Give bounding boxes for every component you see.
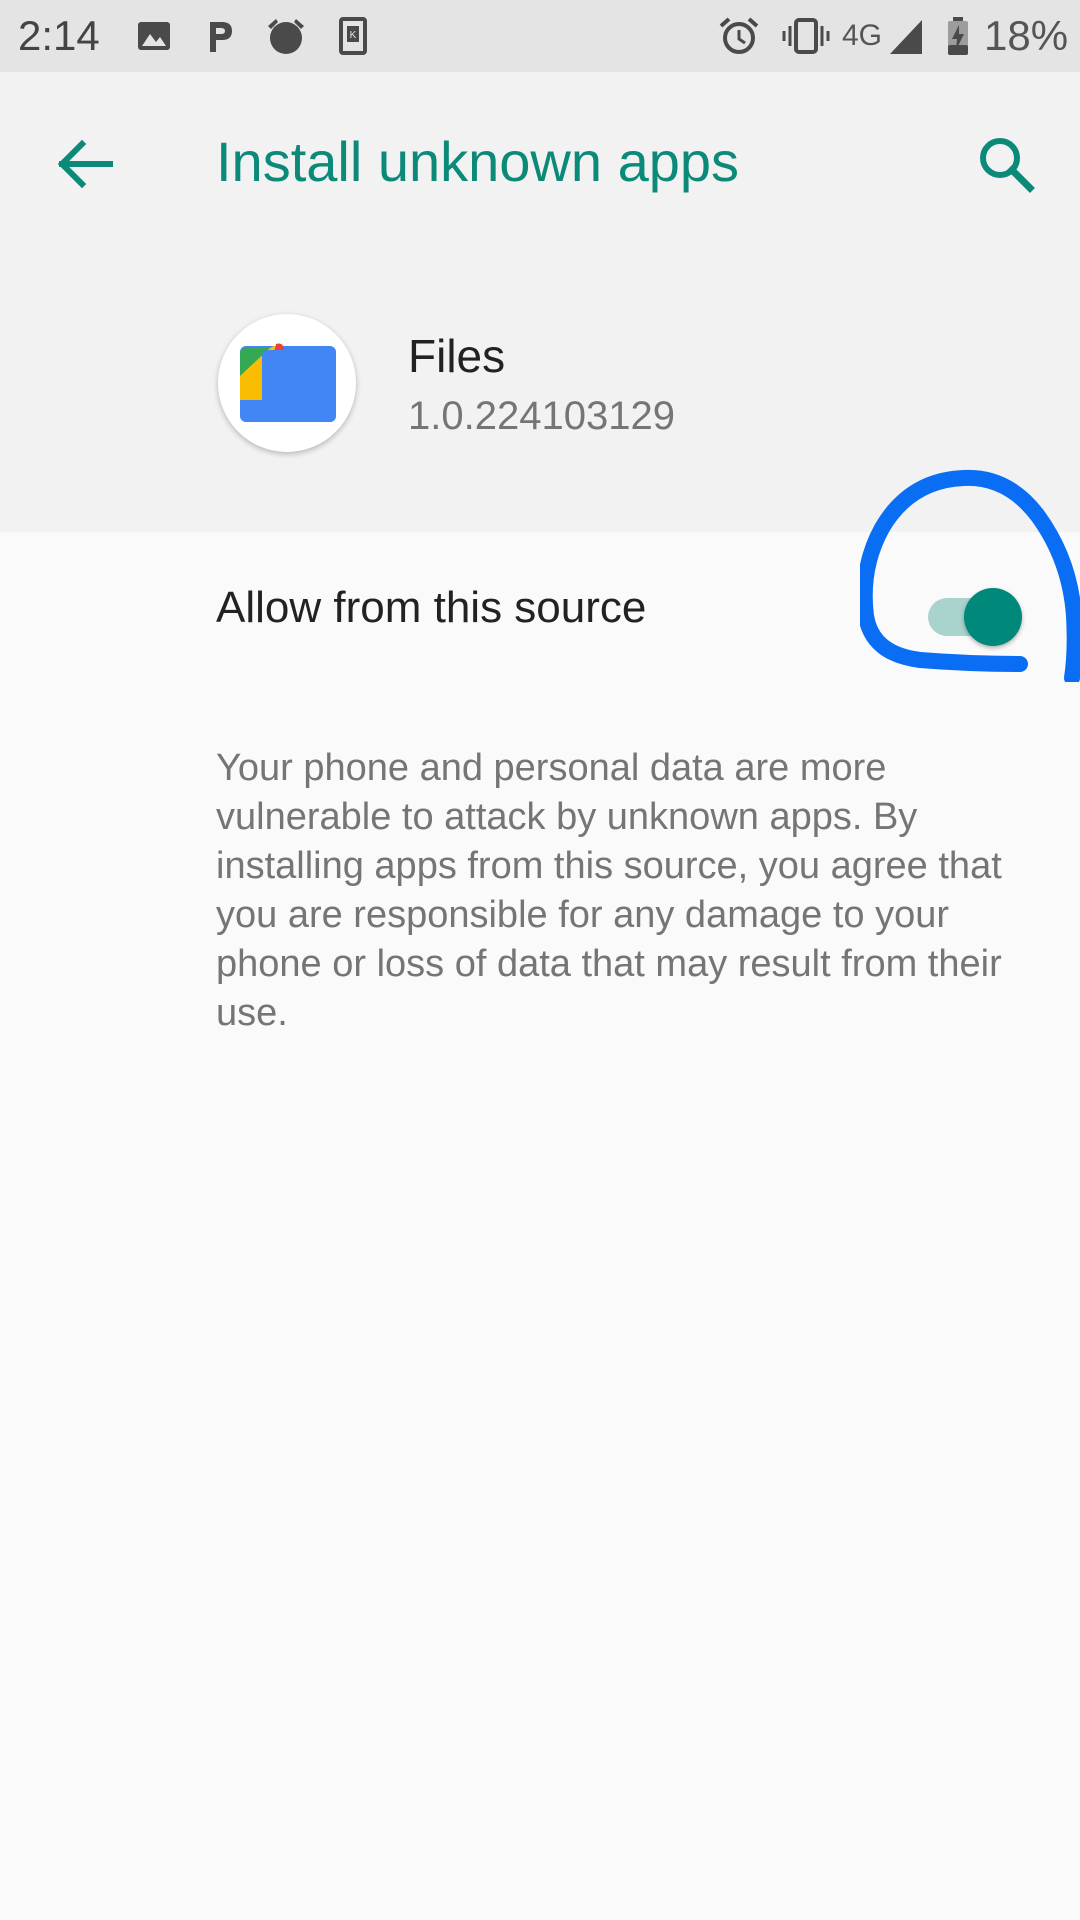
image-icon <box>138 22 170 50</box>
allow-from-source-toggle[interactable] <box>924 576 1024 648</box>
vibrate-icon <box>782 18 830 54</box>
warning-text: Your phone and personal data are more vu… <box>216 747 1002 1034</box>
status-time: 2:14 <box>18 12 100 59</box>
svg-text:K: K <box>350 30 357 41</box>
back-button[interactable] <box>46 124 126 204</box>
battery-charging-icon <box>948 17 968 55</box>
app-icon-container <box>218 314 356 452</box>
search-button[interactable] <box>966 124 1046 204</box>
signal-icon <box>890 20 922 54</box>
app-header: Install unknown apps Files 1.0.224103129 <box>0 72 1080 532</box>
alarm-clock-notification-icon <box>268 19 304 54</box>
allow-from-source-row[interactable]: Allow from this source <box>0 532 1080 692</box>
toggle-thumb <box>964 588 1022 646</box>
k-app-icon: K <box>339 17 367 55</box>
files-app-icon <box>240 343 336 422</box>
arrow-back-icon <box>57 139 113 189</box>
allow-from-source-label: Allow from this source <box>216 583 647 632</box>
parking-icon <box>210 22 232 52</box>
app-name: Files <box>408 330 506 382</box>
app-version: 1.0.224103129 <box>408 394 675 438</box>
search-icon <box>980 138 1035 193</box>
network-type: 4G <box>842 19 883 52</box>
status-bar: 2:14 K 4G 18% <box>0 0 1080 72</box>
alarm-icon <box>719 17 759 54</box>
page-title: Install unknown apps <box>216 130 740 193</box>
battery-percent: 18% <box>984 12 1069 59</box>
